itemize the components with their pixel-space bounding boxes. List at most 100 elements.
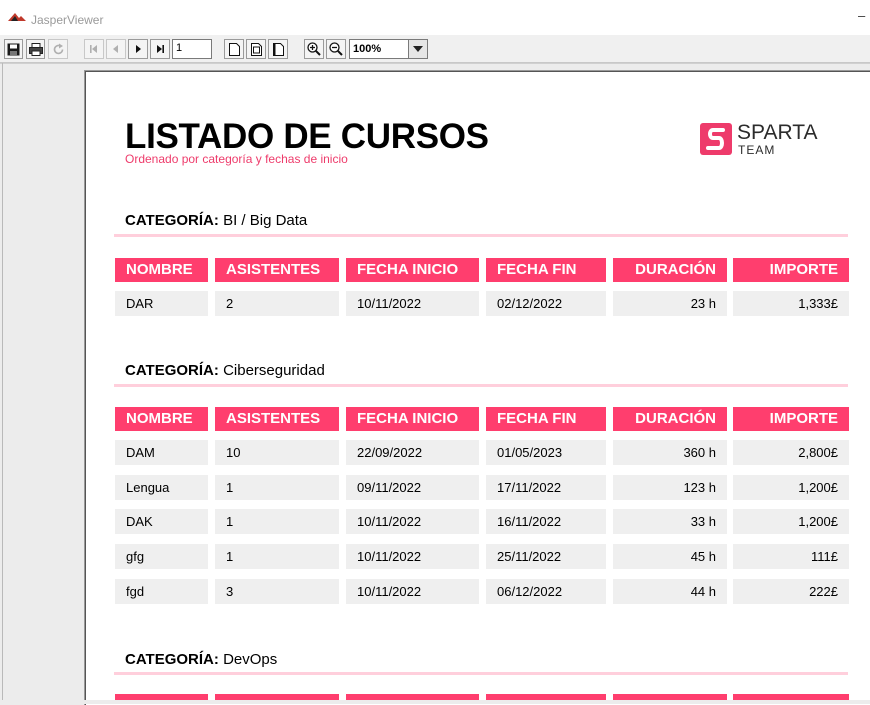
print-button[interactable] (26, 39, 45, 59)
previous-page-icon (113, 45, 118, 53)
cell-asistentes: 2 (215, 291, 339, 316)
save-icon (7, 43, 20, 55)
save-button[interactable] (4, 39, 23, 59)
cell-nombre: DAR (115, 291, 208, 316)
category-rule (114, 234, 848, 237)
cell-duracion: 44 h (613, 579, 727, 604)
category-label: CATEGORÍA: (125, 212, 219, 229)
reload-icon (53, 43, 63, 54)
cell-importe: 2,800£ (733, 440, 849, 465)
minimize-button[interactable]: – (858, 8, 865, 23)
cell-importe: 1,333£ (733, 291, 849, 316)
sparta-logo-icon (700, 123, 732, 155)
logo-text-bottom: TEAM (738, 143, 776, 157)
zoom-in-button[interactable] (304, 39, 324, 59)
window-title: JasperViewer (31, 13, 104, 27)
print-icon (28, 42, 43, 56)
cell-fecha-inicio: 09/11/2022 (346, 475, 479, 500)
category-label: CATEGORÍA: (125, 362, 219, 379)
header-importe: IMPORTE (733, 258, 849, 282)
header-asistentes: ASISTENTES (215, 407, 339, 431)
logo-text-top: SPARTA (737, 121, 818, 144)
page-icon (228, 42, 240, 56)
cell-fecha-inicio: 10/11/2022 (346, 509, 479, 534)
next-page-button[interactable] (128, 39, 148, 59)
cell-nombre: gfg (115, 544, 208, 569)
category-name: DevOps (223, 651, 278, 668)
cell-fecha-fin: 01/05/2023 (486, 440, 606, 465)
cell-fecha-fin: 17/11/2022 (486, 475, 606, 500)
cell-fecha-inicio: 22/09/2022 (346, 440, 479, 465)
cell-duracion: 23 h (613, 291, 727, 316)
cell-importe: 1,200£ (733, 475, 849, 500)
zoom-select[interactable]: 100% (349, 39, 409, 59)
header-nombre: NOMBRE (115, 258, 208, 282)
chevron-down-icon (413, 46, 423, 52)
fit-page-button[interactable] (246, 39, 266, 59)
actual-size-button[interactable] (224, 39, 244, 59)
cell-duracion: 360 h (613, 440, 727, 465)
first-page-icon (90, 45, 97, 53)
report-page (85, 71, 870, 705)
cell-duracion: 123 h (613, 475, 727, 500)
cell-fecha-fin: 02/12/2022 (486, 291, 606, 316)
cell-fecha-fin: 25/11/2022 (486, 544, 606, 569)
cell-duracion: 45 h (613, 544, 727, 569)
last-page-button[interactable] (150, 39, 170, 59)
cell-asistentes: 1 (215, 509, 339, 534)
cell-importe: 111£ (733, 544, 849, 569)
page-number-input[interactable]: 1 (172, 39, 212, 59)
category-title: CATEGORÍA: DevOps (125, 651, 277, 668)
last-page-icon (157, 45, 164, 53)
next-page-icon (136, 45, 141, 53)
header-fecha-fin: FECHA FIN (486, 258, 606, 282)
category-name: BI / Big Data (223, 212, 308, 229)
category-title: CATEGORÍA: Ciberseguridad (125, 362, 325, 379)
title-bar: JasperViewer – (0, 0, 870, 35)
category-rule (114, 672, 848, 675)
cell-fecha-inicio: 10/11/2022 (346, 579, 479, 604)
report-subtitle: Ordenado por categoría y fechas de inici… (125, 152, 348, 166)
cell-asistentes: 1 (215, 544, 339, 569)
fit-page-icon (250, 42, 262, 56)
category-title: CATEGORÍA: BI / Big Data (125, 212, 307, 229)
zoom-in-icon (307, 42, 321, 56)
cell-importe: 222£ (733, 579, 849, 604)
zoom-dropdown-button[interactable] (408, 39, 428, 59)
first-page-button[interactable] (84, 39, 104, 59)
header-importe: IMPORTE (733, 407, 849, 431)
zoom-out-icon (329, 42, 343, 56)
cell-fecha-fin: 16/11/2022 (486, 509, 606, 534)
cell-fecha-fin: 06/12/2022 (486, 579, 606, 604)
cell-fecha-inicio: 10/11/2022 (346, 544, 479, 569)
category-name: Ciberseguridad (223, 362, 325, 379)
header-fecha-fin: FECHA FIN (486, 407, 606, 431)
fit-width-button[interactable] (268, 39, 288, 59)
cell-asistentes: 10 (215, 440, 339, 465)
cell-asistentes: 1 (215, 475, 339, 500)
report-title: LISTADO DE CURSOS (125, 117, 489, 156)
header-asistentes: ASISTENTES (215, 258, 339, 282)
cell-fecha-inicio: 10/11/2022 (346, 291, 479, 316)
cell-nombre: DAM (115, 440, 208, 465)
zoom-out-button[interactable] (326, 39, 346, 59)
header-nombre: NOMBRE (115, 407, 208, 431)
reload-button[interactable] (48, 39, 68, 59)
cell-nombre: fgd (115, 579, 208, 604)
cell-duracion: 33 h (613, 509, 727, 534)
header-duracion: DURACIÓN (613, 258, 727, 282)
horizontal-scrollbar[interactable] (0, 700, 870, 704)
category-rule (114, 384, 848, 387)
jasper-app-icon (8, 13, 26, 21)
header-duracion: DURACIÓN (613, 407, 727, 431)
header-fecha-inicio: FECHA INICIO (346, 407, 479, 431)
category-label: CATEGORÍA: (125, 651, 219, 668)
viewport-border (2, 63, 3, 704)
fit-width-icon (272, 42, 284, 56)
previous-page-button[interactable] (106, 39, 126, 59)
cell-nombre: Lengua (115, 475, 208, 500)
cell-importe: 1,200£ (733, 509, 849, 534)
cell-nombre: DAK (115, 509, 208, 534)
header-fecha-inicio: FECHA INICIO (346, 258, 479, 282)
cell-asistentes: 3 (215, 579, 339, 604)
